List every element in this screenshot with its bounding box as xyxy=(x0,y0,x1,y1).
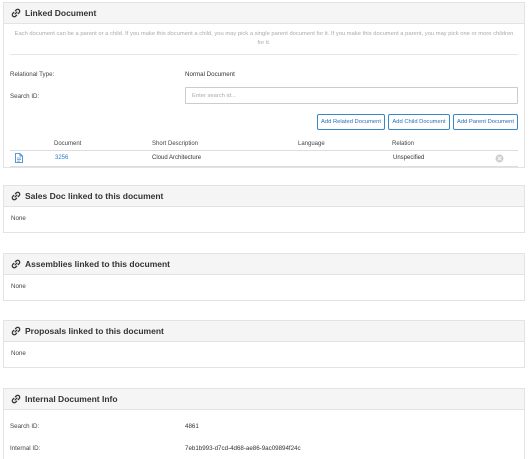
column-header-short-description: Short Description xyxy=(152,141,199,147)
relational-type-value: Normal Document xyxy=(185,71,235,78)
add-related-document-button[interactable]: Add Related Document xyxy=(317,114,385,130)
sales-doc-panel: Sales Doc linked to this document None xyxy=(3,185,525,233)
search-id-input[interactable] xyxy=(185,87,518,104)
column-header-document: Document xyxy=(54,141,82,147)
panel-title: Linked Document xyxy=(25,8,97,18)
link-icon xyxy=(11,8,21,18)
divider xyxy=(10,54,518,55)
remove-icon[interactable] xyxy=(495,154,504,163)
relation-cell: Unspecified xyxy=(393,155,425,161)
column-header-language: Language xyxy=(298,141,325,147)
panel-title: Proposals linked to this document xyxy=(25,326,164,336)
panel-title: Assemblies linked to this document xyxy=(25,259,171,269)
linked-document-panel: Linked Document Each document can be a p… xyxy=(3,2,525,168)
panel-header: Sales Doc linked to this document xyxy=(4,186,524,207)
link-icon xyxy=(11,259,21,269)
add-parent-document-button[interactable]: Add Parent Document xyxy=(453,114,518,130)
empty-text: None xyxy=(11,350,26,357)
relational-type-label: Relational Type: xyxy=(10,71,55,78)
panel-title: Internal Document Info xyxy=(25,394,118,404)
assemblies-panel: Assemblies linked to this document None xyxy=(3,253,525,301)
link-icon xyxy=(11,326,21,336)
search-id-label: Search ID: xyxy=(10,93,40,100)
table-header-divider xyxy=(10,150,518,151)
panel-header: Proposals linked to this document xyxy=(4,321,524,342)
internal-id-value: 7eb1b993-d7cd-4d68-ae86-9ac09894f24c xyxy=(185,445,301,452)
short-description-cell: Cloud Architecture xyxy=(152,155,202,161)
panel-header: Assemblies linked to this document xyxy=(4,254,524,275)
help-text: Each document can be a parent or a child… xyxy=(14,31,514,46)
proposals-panel: Proposals linked to this document None xyxy=(3,320,525,368)
column-header-relation: Relation xyxy=(392,141,415,147)
internal-document-info-panel: Internal Document Info Search ID: 4861 I… xyxy=(3,388,525,459)
panel-header: Linked Document xyxy=(4,3,524,24)
empty-text: None xyxy=(11,283,26,290)
internal-id-label: Internal ID: xyxy=(10,445,41,452)
link-icon xyxy=(11,394,21,404)
search-id-label: Search ID: xyxy=(10,423,40,430)
search-id-value: 4861 xyxy=(185,423,199,430)
panel-title: Sales Doc linked to this document xyxy=(25,191,164,201)
panel-header: Internal Document Info xyxy=(4,389,524,410)
document-link[interactable]: 3256 xyxy=(55,155,68,161)
document-icon[interactable] xyxy=(15,153,23,163)
empty-text: None xyxy=(11,215,26,222)
table-row-divider xyxy=(10,166,518,167)
add-child-document-button[interactable]: Add Child Document xyxy=(388,114,450,130)
link-icon xyxy=(11,191,21,201)
